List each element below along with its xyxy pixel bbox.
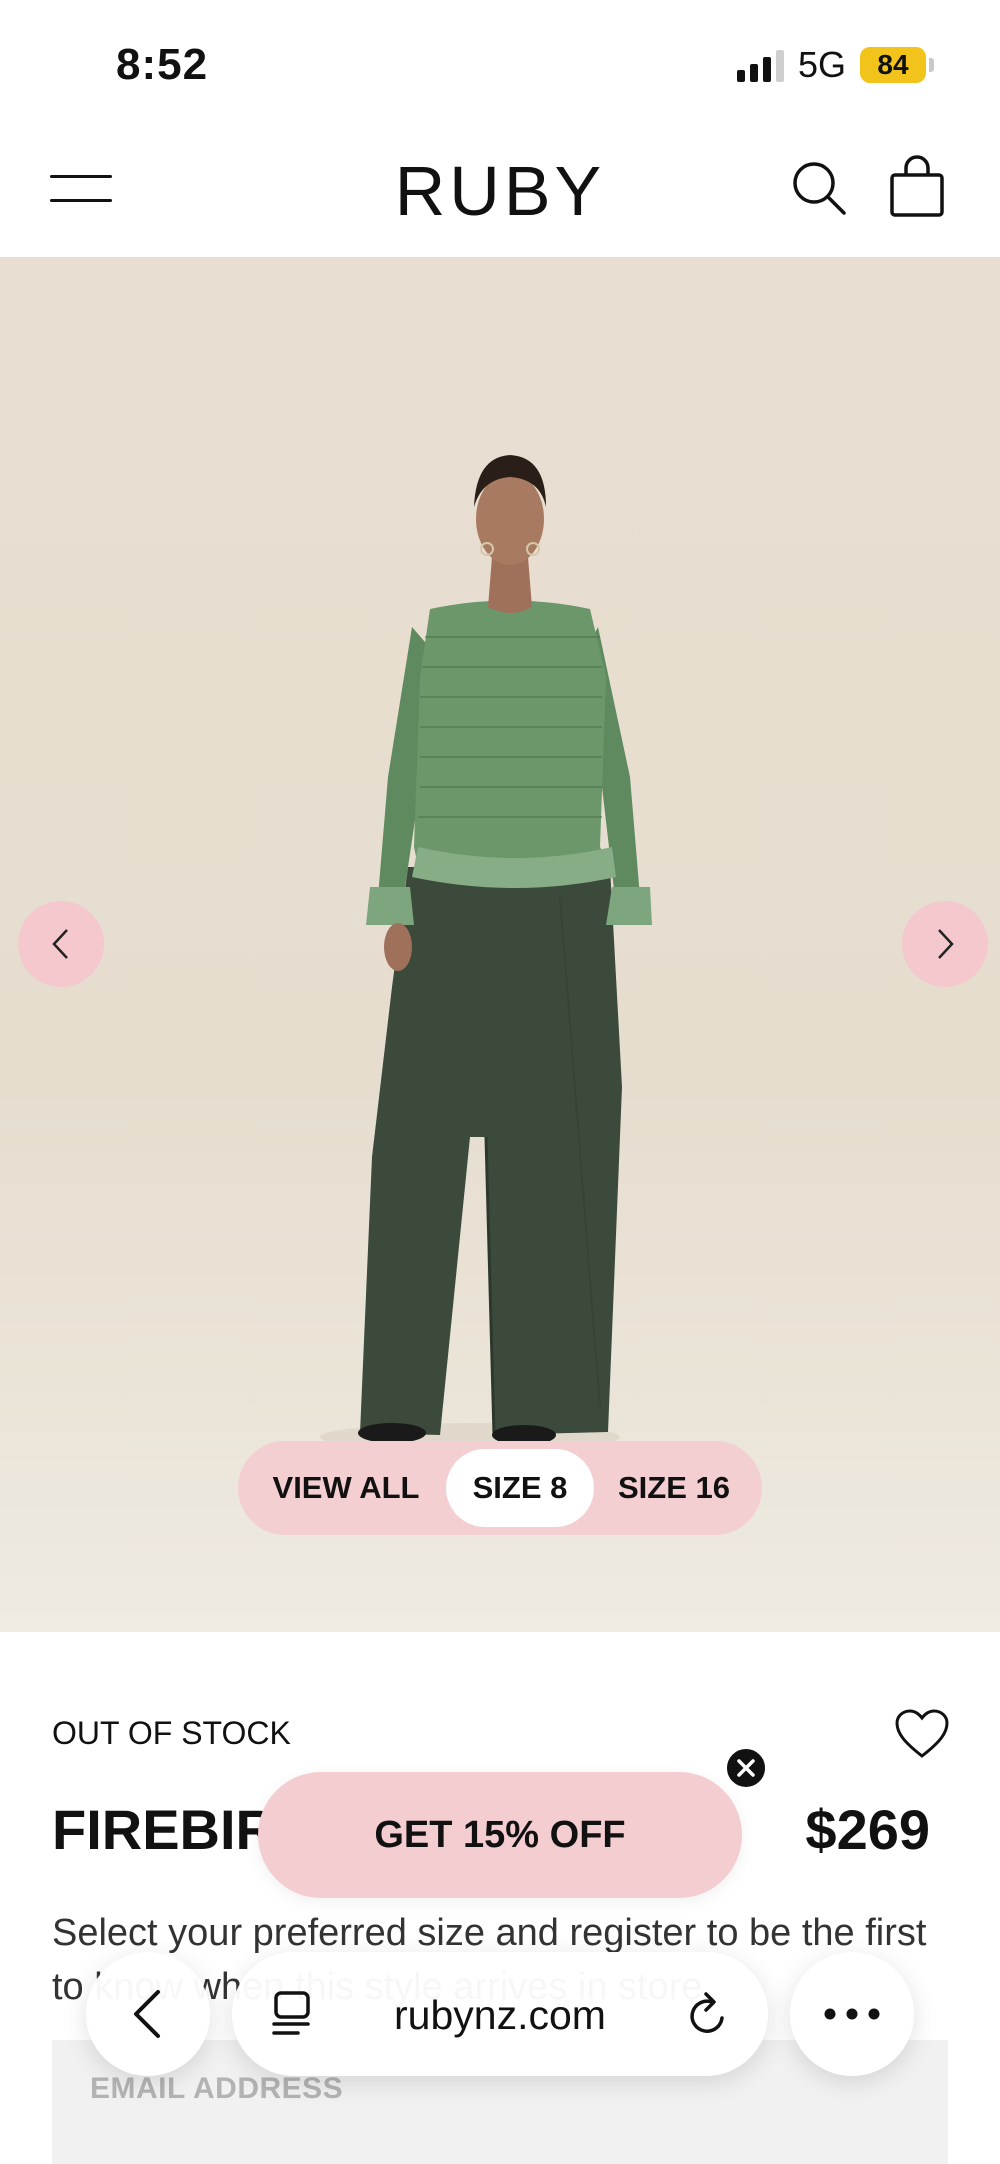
size-filter-view-all[interactable]: VIEW ALL [246, 1449, 446, 1527]
brand-logo[interactable]: RUBY [0, 151, 1000, 231]
reload-icon[interactable] [684, 1988, 734, 2040]
network-label: 5G [797, 44, 846, 85]
signal-icon [736, 48, 784, 82]
discount-promo-button[interactable]: GET 15% OFF [258, 1772, 742, 1898]
back-arrow-icon[interactable] [86, 1952, 210, 2076]
site-header: RUBY [0, 135, 1000, 257]
chevron-left-icon [52, 929, 68, 959]
heart-icon[interactable] [894, 1708, 950, 1760]
more-icon[interactable] [790, 1952, 914, 2076]
stock-status: OUT OF STOCK [52, 1715, 291, 1751]
size-filter: VIEW ALL SIZE 8 SIZE 16 [238, 1441, 762, 1535]
product-price: $269 [805, 1798, 930, 1861]
size-filter-size-16[interactable]: SIZE 16 [594, 1449, 754, 1527]
email-placeholder: EMAIL ADDRESS [90, 2072, 344, 2105]
product-name: FIREBIR [52, 1798, 276, 1861]
chevron-right-icon [938, 929, 954, 959]
status-time: 8:52 [116, 40, 209, 89]
battery-level: 84 [860, 47, 926, 83]
status-indicators: 5G 84 [736, 44, 934, 86]
product-image-gallery[interactable]: VIEW ALL SIZE 8 SIZE 16 [0, 257, 1000, 1632]
next-image-button[interactable] [902, 901, 988, 987]
status-bar: 8:52 5G 84 [0, 0, 1000, 135]
search-icon[interactable] [790, 159, 848, 217]
size-filter-size-8[interactable]: SIZE 8 [446, 1449, 594, 1527]
previous-image-button[interactable] [18, 901, 104, 987]
product-photo [320, 455, 652, 1451]
close-icon[interactable] [724, 1746, 768, 1790]
battery-icon: 84 [860, 47, 934, 83]
shopping-bag-icon[interactable] [888, 155, 946, 219]
address-bar[interactable]: rubynz.com [232, 1952, 768, 2076]
